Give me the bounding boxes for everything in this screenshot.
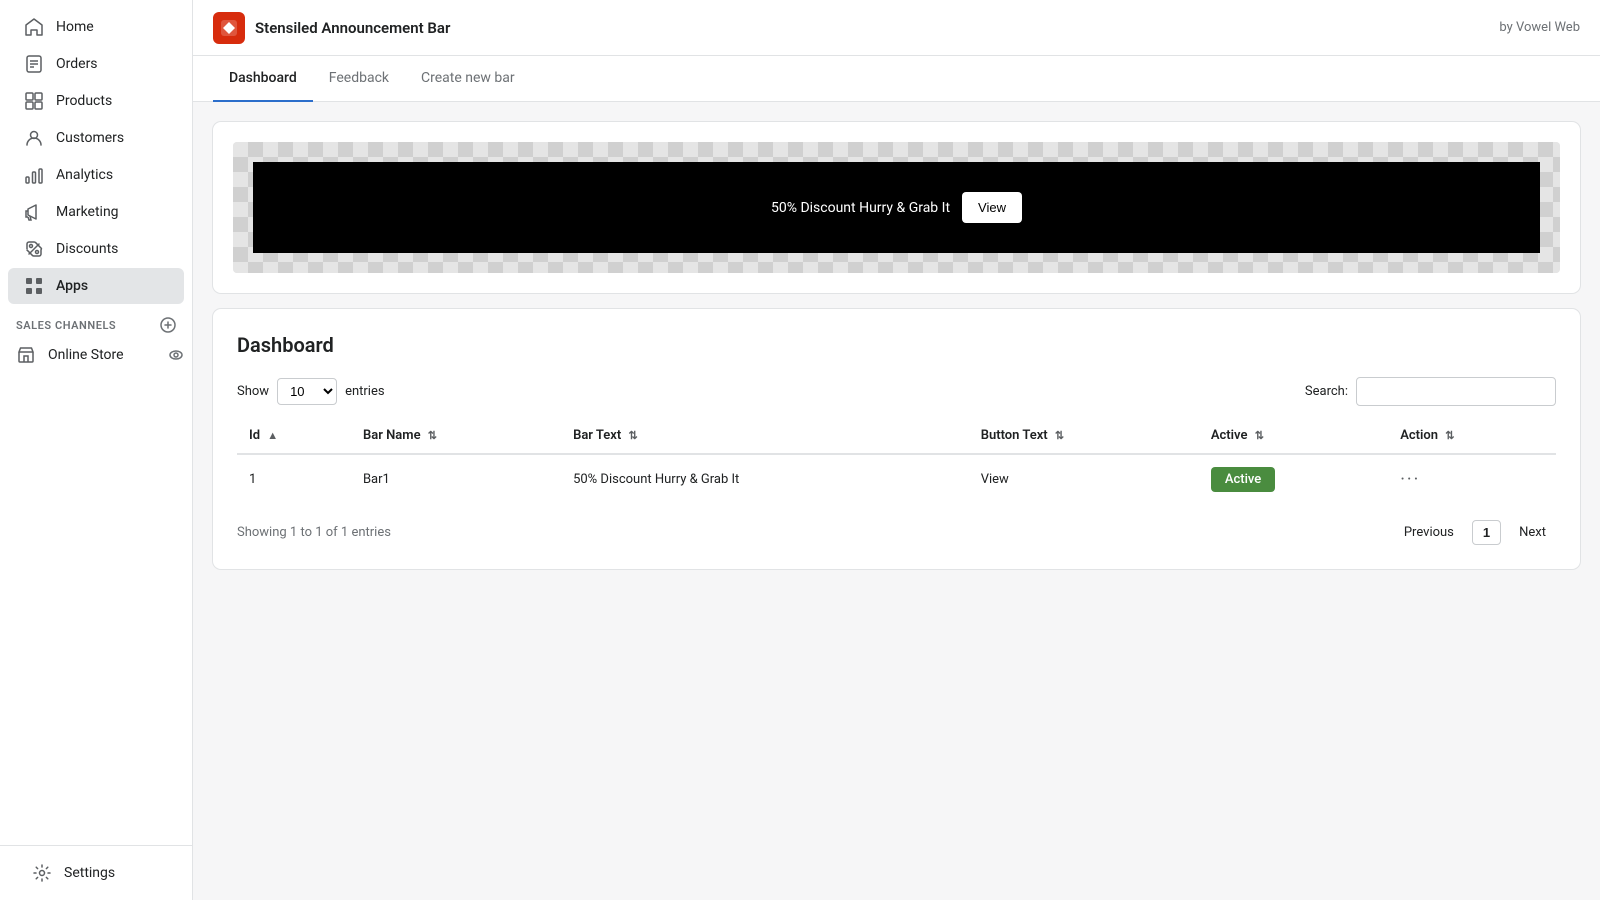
sidebar-item-products[interactable]: Products bbox=[8, 83, 184, 119]
main-content: Stensiled Announcement Bar by Vowel Web … bbox=[193, 0, 1600, 900]
sidebar-item-home-label: Home bbox=[56, 19, 94, 35]
app-title: Stensiled Announcement Bar bbox=[255, 19, 450, 37]
next-button[interactable]: Next bbox=[1509, 521, 1556, 544]
sidebar-item-discounts-label: Discounts bbox=[56, 241, 118, 257]
sidebar-item-online-store[interactable]: Online Store bbox=[0, 337, 192, 373]
sidebar-item-marketing-label: Marketing bbox=[56, 204, 119, 220]
previous-button[interactable]: Previous bbox=[1394, 521, 1464, 544]
action-menu-button[interactable]: ··· bbox=[1400, 469, 1420, 490]
marketing-icon bbox=[24, 202, 44, 222]
entries-label: entries bbox=[345, 384, 385, 399]
showing-text: Showing 1 to 1 of 1 entries bbox=[237, 525, 391, 540]
sort-id-icon: ▲ bbox=[267, 429, 278, 442]
col-button-text[interactable]: Button Text ⇅ bbox=[969, 418, 1199, 454]
add-sales-channel-button[interactable] bbox=[160, 317, 176, 333]
col-bar-name[interactable]: Bar Name ⇅ bbox=[351, 418, 561, 454]
topbar-left: Stensiled Announcement Bar bbox=[213, 12, 450, 44]
sidebar-item-settings-label: Settings bbox=[64, 865, 115, 881]
tab-create-new-bar[interactable]: Create new bar bbox=[405, 56, 531, 102]
tab-dashboard[interactable]: Dashboard bbox=[213, 56, 313, 102]
search-input[interactable] bbox=[1356, 377, 1556, 406]
sidebar: Home Orders Pr bbox=[0, 0, 193, 900]
active-badge: Active bbox=[1211, 467, 1275, 492]
preview-view-button[interactable]: View bbox=[962, 192, 1022, 223]
cell-id: 1 bbox=[237, 454, 351, 504]
sort-action-icon: ⇅ bbox=[1445, 429, 1454, 442]
sidebar-item-apps[interactable]: Apps bbox=[8, 268, 184, 304]
sales-channels-label: SALES CHANNELS bbox=[16, 319, 116, 332]
sidebar-bottom: Settings bbox=[0, 845, 192, 900]
dashboard-title: Dashboard bbox=[237, 333, 1556, 357]
preview-black-bar: 50% Discount Hurry & Grab It View bbox=[253, 162, 1540, 253]
sidebar-item-products-label: Products bbox=[56, 93, 112, 109]
sales-channels-header: SALES CHANNELS bbox=[0, 305, 192, 337]
col-action[interactable]: Action ⇅ bbox=[1388, 418, 1556, 454]
settings-icon bbox=[32, 863, 52, 883]
home-icon bbox=[24, 17, 44, 37]
app-logo bbox=[213, 12, 245, 44]
sidebar-item-apps-label: Apps bbox=[56, 278, 88, 294]
preview-card: 50% Discount Hurry & Grab It View bbox=[213, 122, 1580, 293]
tabs-bar: Dashboard Feedback Create new bar bbox=[193, 56, 1600, 102]
preview-checkerboard: 50% Discount Hurry & Grab It View bbox=[233, 142, 1560, 273]
cell-action[interactable]: ··· bbox=[1388, 454, 1556, 504]
sidebar-item-customers-label: Customers bbox=[56, 130, 124, 146]
show-label: Show bbox=[237, 384, 269, 399]
table-body: 1 Bar1 50% Discount Hurry & Grab It View… bbox=[237, 454, 1556, 504]
sidebar-item-customers[interactable]: Customers bbox=[8, 120, 184, 156]
apps-icon bbox=[24, 276, 44, 296]
online-store-eye-icon[interactable] bbox=[168, 347, 184, 363]
table-row: 1 Bar1 50% Discount Hurry & Grab It View… bbox=[237, 454, 1556, 504]
page-1-button[interactable]: 1 bbox=[1472, 520, 1501, 545]
sidebar-item-analytics[interactable]: Analytics bbox=[8, 157, 184, 193]
sidebar-item-orders[interactable]: Orders bbox=[8, 46, 184, 82]
preview-banner-wrapper: 50% Discount Hurry & Grab It View bbox=[233, 142, 1560, 273]
sidebar-item-orders-label: Orders bbox=[56, 56, 98, 72]
sidebar-item-discounts[interactable]: Discounts bbox=[8, 231, 184, 267]
col-bar-text[interactable]: Bar Text ⇅ bbox=[561, 418, 969, 454]
show-entries-control: Show 10 25 50 100 entries bbox=[237, 378, 385, 405]
sidebar-item-analytics-label: Analytics bbox=[56, 167, 113, 183]
sidebar-nav: Home Orders Pr bbox=[0, 0, 192, 845]
products-icon bbox=[24, 91, 44, 111]
preview-bar-text: 50% Discount Hurry & Grab It bbox=[771, 200, 950, 216]
pagination: Showing 1 to 1 of 1 entries Previous 1 N… bbox=[237, 520, 1556, 545]
analytics-icon bbox=[24, 165, 44, 185]
cell-bar-name: Bar1 bbox=[351, 454, 561, 504]
sort-barname-icon: ⇅ bbox=[428, 429, 437, 442]
app-byline: by Vowel Web bbox=[1499, 20, 1580, 35]
search-area: Search: bbox=[1305, 377, 1556, 406]
cell-bar-text: 50% Discount Hurry & Grab It bbox=[561, 454, 969, 504]
online-store-icon bbox=[16, 345, 36, 365]
discounts-icon bbox=[24, 239, 44, 259]
pagination-controls: Previous 1 Next bbox=[1394, 520, 1556, 545]
online-store-label: Online Store bbox=[48, 347, 124, 363]
sort-bartext-icon: ⇅ bbox=[628, 429, 637, 442]
table-head: Id ▲ Bar Name ⇅ Bar Text ⇅ Button Text ⇅ bbox=[237, 418, 1556, 454]
orders-icon bbox=[24, 54, 44, 74]
topbar: Stensiled Announcement Bar by Vowel Web bbox=[193, 0, 1600, 56]
entries-select[interactable]: 10 25 50 100 bbox=[277, 378, 337, 405]
table-controls: Show 10 25 50 100 entries Search: bbox=[237, 377, 1556, 406]
search-label: Search: bbox=[1305, 384, 1348, 399]
data-table: Id ▲ Bar Name ⇅ Bar Text ⇅ Button Text ⇅ bbox=[237, 418, 1556, 504]
sort-buttontext-icon: ⇅ bbox=[1055, 429, 1064, 442]
cell-active: Active bbox=[1199, 454, 1388, 504]
dashboard-card: Dashboard Show 10 25 50 100 entries Sear… bbox=[213, 309, 1580, 569]
sidebar-item-settings[interactable]: Settings bbox=[16, 855, 176, 891]
col-id[interactable]: Id ▲ bbox=[237, 418, 351, 454]
customers-icon bbox=[24, 128, 44, 148]
content-area: 50% Discount Hurry & Grab It View Dashbo… bbox=[193, 102, 1600, 900]
sidebar-item-home[interactable]: Home bbox=[8, 9, 184, 45]
tab-feedback[interactable]: Feedback bbox=[313, 56, 405, 102]
col-active[interactable]: Active ⇅ bbox=[1199, 418, 1388, 454]
cell-button-text: View bbox=[969, 454, 1199, 504]
sidebar-item-marketing[interactable]: Marketing bbox=[8, 194, 184, 230]
sort-active-icon: ⇅ bbox=[1255, 429, 1264, 442]
